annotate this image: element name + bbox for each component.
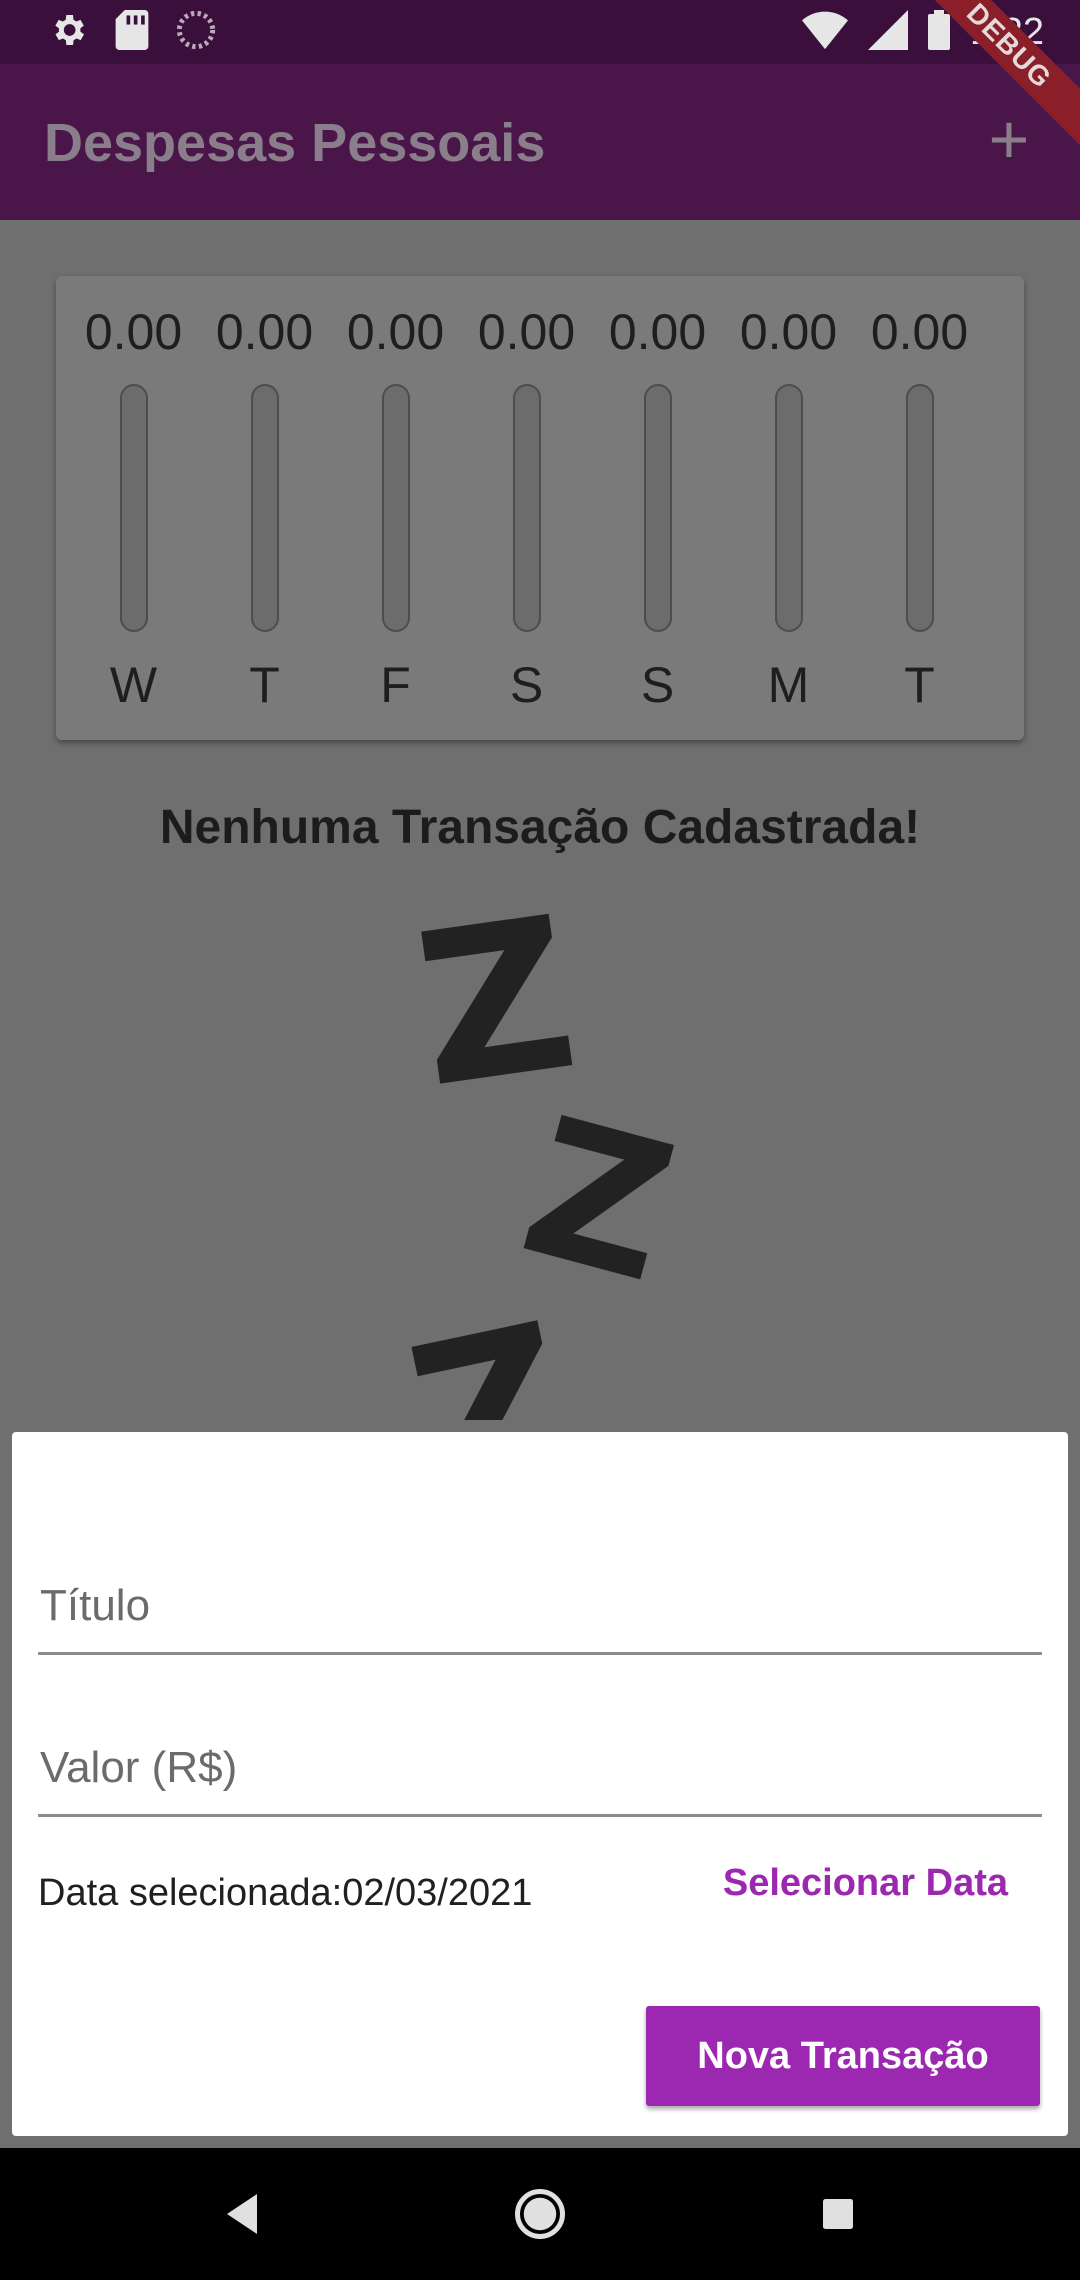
- chart-bar-track: [381, 384, 410, 632]
- value-field[interactable]: [38, 1694, 1046, 1817]
- chart-bar-value: 0.00: [84, 304, 183, 360]
- weekly-chart: 0.00 W 0.00 T 0.00 F 0.00 S 0.00 S 0.00 M 0.00 T: [56, 276, 1024, 740]
- select-date-button[interactable]: Selecionar Data: [723, 1862, 1008, 1905]
- title-input[interactable]: [38, 1580, 1046, 1632]
- system-nav-bar: [0, 2148, 1080, 2280]
- new-transaction-button[interactable]: Nova Transação: [646, 2006, 1040, 2106]
- home-icon: [515, 2189, 565, 2239]
- chart-bar-track: [643, 384, 672, 632]
- settings-icon: [48, 10, 88, 55]
- empty-state-message: Nenhuma Transação Cadastrada!: [159, 801, 921, 854]
- chart-bar-value: 0.00: [477, 304, 576, 360]
- sd-card-icon: [114, 10, 150, 55]
- status-bar: 1:22: [0, 0, 1080, 64]
- chart-day-label: M: [767, 657, 810, 713]
- chart-bar-track: [905, 384, 934, 632]
- value-input[interactable]: [38, 1742, 1046, 1794]
- chart-day-label: F: [380, 657, 411, 713]
- chart-day-label: T: [904, 657, 935, 713]
- chart-bar-track: [512, 384, 541, 632]
- wifi-icon: [802, 10, 849, 55]
- app-bar: Despesas Pessoais +: [0, 64, 1080, 220]
- page-title: Despesas Pessoais: [44, 113, 546, 173]
- chart-day-label: S: [509, 657, 544, 713]
- selected-date-text: Data selecionada:02/03/2021: [38, 1872, 533, 1914]
- chart-bar-track: [250, 384, 279, 632]
- chart-bar-value: 0.00: [215, 304, 314, 360]
- back-button[interactable]: [212, 2184, 272, 2244]
- chart-bar-value: 0.00: [870, 304, 969, 360]
- chart-day-label: W: [109, 657, 158, 713]
- chart-bar-value: 0.00: [346, 304, 445, 360]
- bottom-sheet: Data selecionada:02/03/2021 Selecionar D…: [0, 1420, 1080, 2148]
- home-button[interactable]: [510, 2184, 570, 2244]
- recents-icon: [823, 2199, 853, 2229]
- recents-button[interactable]: [808, 2184, 868, 2244]
- chart-bar-column: 0.00 W: [68, 302, 199, 714]
- signal-icon: [868, 10, 909, 55]
- plus-icon: +: [988, 100, 1030, 178]
- chart-bar-column: 0.00 S: [461, 302, 592, 714]
- title-field[interactable]: [38, 1532, 1046, 1655]
- chart-bar-column: 0.00 F: [330, 302, 461, 714]
- chart-bar-column: 0.00 T: [199, 302, 330, 714]
- chart-bar-column: 0.00 M: [723, 302, 854, 714]
- chart-bar-column: 0.00 T: [854, 302, 985, 714]
- chart-day-label: T: [249, 657, 280, 713]
- loading-icon: [176, 10, 216, 55]
- back-icon: [227, 2194, 257, 2234]
- chart-bar-value: 0.00: [739, 304, 838, 360]
- chart-bar-track: [119, 384, 148, 632]
- add-transaction-button[interactable]: +: [974, 104, 1044, 174]
- transaction-form: Data selecionada:02/03/2021 Selecionar D…: [12, 1432, 1068, 2136]
- battery-icon: [928, 10, 951, 55]
- chart-bar-value: 0.00: [608, 304, 707, 360]
- chart-bar-column: 0.00 S: [592, 302, 723, 714]
- chart-day-label: S: [640, 657, 675, 713]
- chart-bar-track: [774, 384, 803, 632]
